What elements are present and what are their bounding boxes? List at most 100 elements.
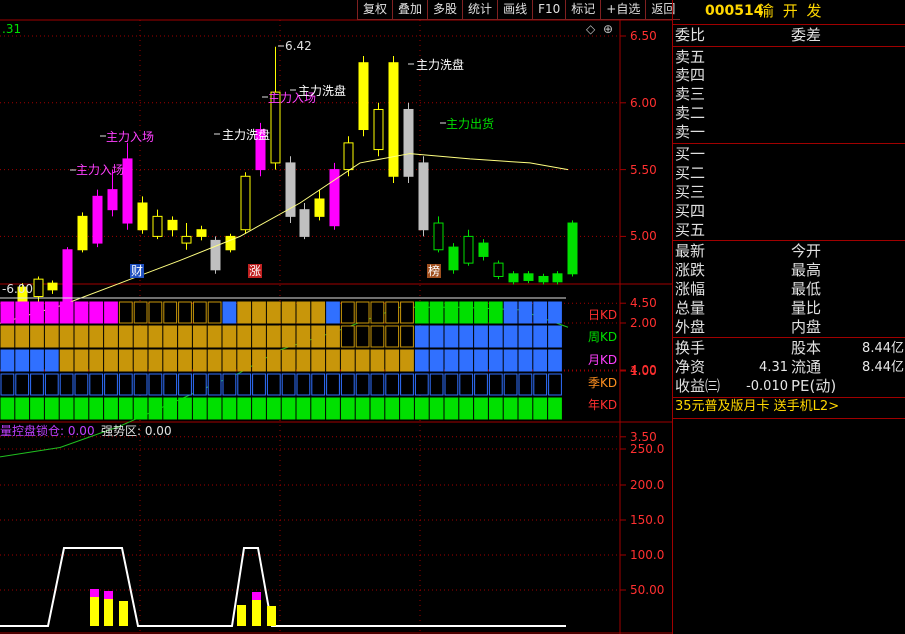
kd-cell <box>281 349 296 372</box>
kd-cell <box>133 397 148 420</box>
candle-body <box>107 189 118 211</box>
kd-cell <box>133 373 148 396</box>
kd-cell <box>548 325 562 348</box>
kd-cell <box>459 397 474 420</box>
mark-button[interactable]: 标记 <box>565 0 601 20</box>
kd-cell <box>104 397 118 420</box>
kd-cell <box>30 349 44 372</box>
change-pct-label: 涨幅 <box>675 280 706 298</box>
kd-cell <box>444 373 459 396</box>
kd-cell <box>311 349 326 372</box>
kd-cell <box>133 349 148 372</box>
candle-body <box>448 246 459 271</box>
draw-line-button[interactable]: 画线 <box>497 0 533 20</box>
kd-cell <box>163 349 178 372</box>
kd-cell <box>222 373 237 396</box>
kd-cell <box>533 397 548 420</box>
multi-stock-button[interactable]: 多股 <box>427 0 463 20</box>
kd-cell <box>133 301 148 324</box>
kd-cell <box>266 373 281 396</box>
kd-cell <box>44 301 59 324</box>
low-label: 最低 <box>791 280 822 298</box>
kd-cell <box>0 301 15 324</box>
kd-cell <box>44 349 59 372</box>
kd-cell <box>15 373 30 396</box>
add-watchlist-button[interactable]: +自选 <box>600 0 646 20</box>
top-left-value: .31 <box>2 22 22 36</box>
kd-cell <box>237 349 252 372</box>
divider <box>673 24 905 25</box>
circle-icon[interactable]: ⊕ <box>603 22 613 36</box>
kd-cell <box>429 397 444 420</box>
volume-axis-label: 100.0 <box>630 548 665 562</box>
marker-cai[interactable]: 财 <box>130 264 145 278</box>
kd-cell <box>533 325 548 348</box>
kd-cell <box>429 349 444 372</box>
marker-bang[interactable]: 榜 <box>427 264 442 278</box>
kd-cell <box>311 373 326 396</box>
sell-4-label: 卖四 <box>675 66 706 84</box>
divider <box>673 143 905 144</box>
volume-indicator <box>0 547 566 627</box>
kd-cell <box>30 325 44 348</box>
kd-cell <box>252 373 266 396</box>
kd-cell <box>518 397 533 420</box>
kd-cell <box>459 301 474 324</box>
candle-body <box>299 209 310 237</box>
kd-cell <box>474 301 488 324</box>
candle-body <box>418 162 429 231</box>
price-axis-label: 5.00 <box>630 229 657 244</box>
kd-cell <box>252 397 266 420</box>
kd-cell <box>503 301 518 324</box>
kd-cell <box>444 301 459 324</box>
kd-cell <box>237 301 252 324</box>
marker-zhang[interactable]: 涨 <box>248 264 263 278</box>
kd-cell <box>252 325 266 348</box>
kd-axis-label: 1.00 <box>630 364 657 378</box>
kd-cell <box>311 325 326 348</box>
overlay-button[interactable]: 叠加 <box>392 0 428 20</box>
diamond-icon[interactable]: ◇ <box>586 22 595 36</box>
kd-cell <box>444 325 459 348</box>
kd-cell <box>118 325 133 348</box>
volume-bar <box>119 601 128 626</box>
candle-body <box>403 108 414 177</box>
kd-cell <box>326 373 340 396</box>
kd-cell <box>548 397 562 420</box>
kd-cell <box>533 373 548 396</box>
kd-cell <box>370 397 385 420</box>
restore-rights-button[interactable]: 复权 <box>357 0 393 20</box>
kd-cell <box>488 349 503 372</box>
f10-button[interactable]: F10 <box>532 0 566 20</box>
buy-4-label: 买四 <box>675 202 706 220</box>
kd-cell <box>148 373 163 396</box>
annotation-xipan-3: 主力洗盘 <box>416 58 465 72</box>
kd-cell <box>503 325 518 348</box>
kd-cell <box>429 373 444 396</box>
kd-cell <box>488 325 503 348</box>
kd-cell <box>340 301 355 324</box>
candle-body <box>196 229 207 237</box>
wei-cha-label: 委差 <box>791 26 822 44</box>
kd-cell <box>503 397 518 420</box>
candle-body <box>92 195 103 244</box>
kd-cell <box>178 301 192 324</box>
kd-cell <box>104 301 118 324</box>
kd-cell <box>296 301 311 324</box>
kd-cell <box>178 349 192 372</box>
wei-bi-label: 委比 <box>675 26 706 44</box>
sell-3-label: 卖三 <box>675 85 706 103</box>
candle-body <box>314 198 325 217</box>
promo-link[interactable]: 35元普及版月卡 送手机L2> <box>675 398 839 416</box>
stock-code: 000514 <box>705 3 764 19</box>
divider <box>673 418 905 419</box>
kd-cell <box>459 373 474 396</box>
buy-3-label: 买三 <box>675 183 706 201</box>
kd-cell <box>192 397 207 420</box>
candle-body <box>62 249 73 304</box>
annotation-xipan-1: 主力洗盘 <box>222 128 271 142</box>
earnings-label: 收益㈢ <box>675 377 721 395</box>
price-axis-label: 6.50 <box>630 29 657 43</box>
statistics-button[interactable]: 统计 <box>462 0 498 20</box>
kd-cell <box>44 373 59 396</box>
